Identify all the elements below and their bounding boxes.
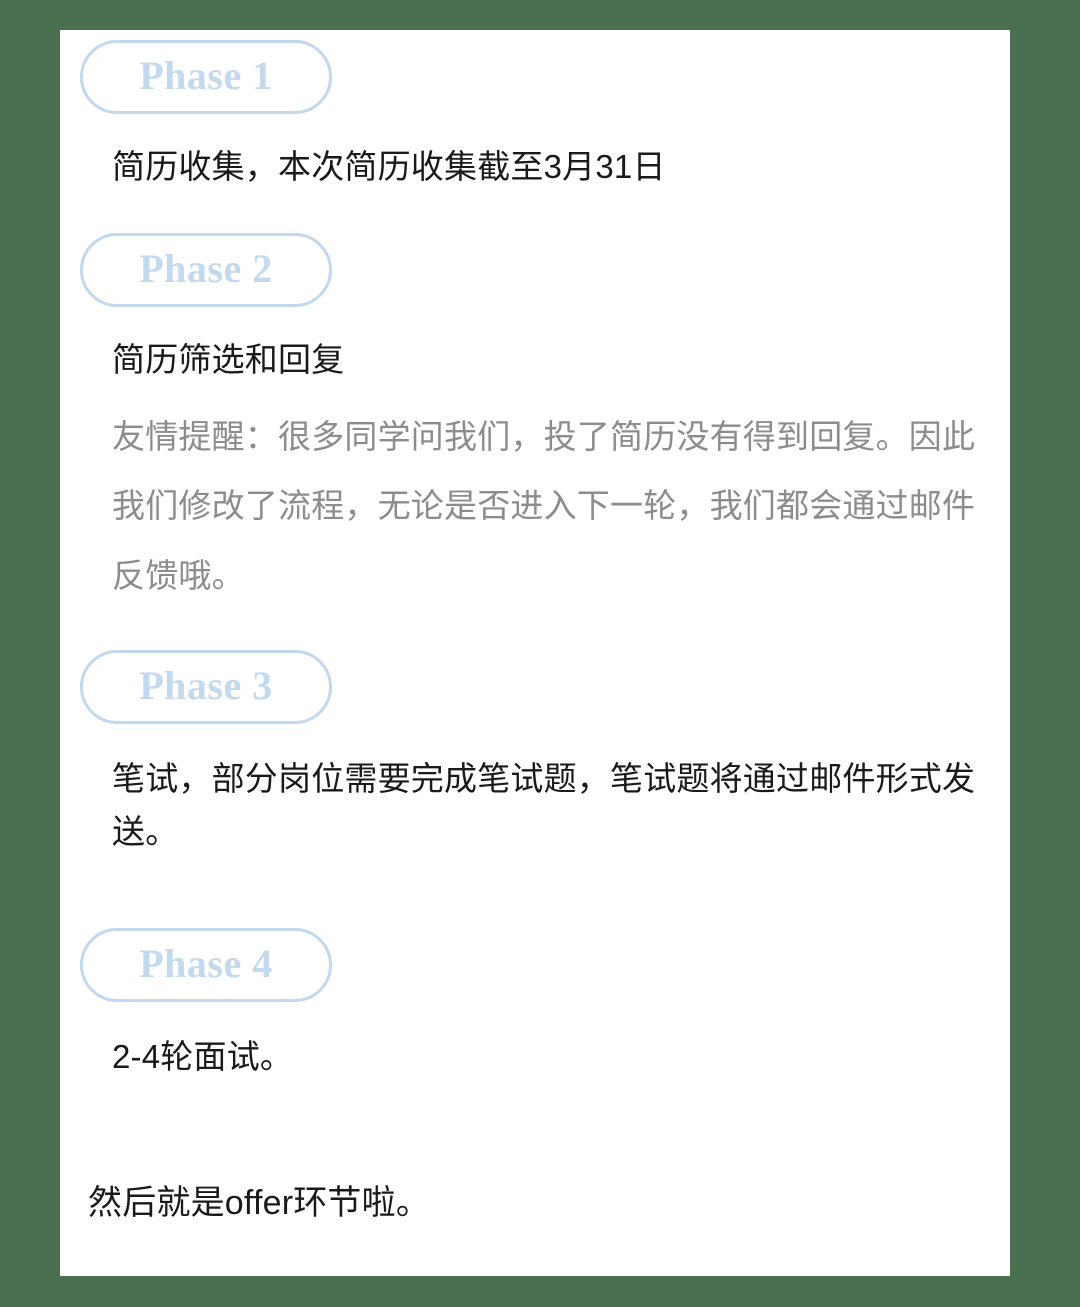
phase-badge-1: Phase 1 [80,40,332,114]
phase-badge-label-1: Phase 1 [139,53,273,98]
phase-badge-label-2: Phase 2 [139,246,273,291]
phase-note-2: 友情提醒：很多同学问我们，投了简历没有得到回复。因此我们修改了流程，无论是否进入… [112,418,976,594]
phase-body-4: 2-4轮面试。 [112,1038,294,1075]
content-card: Phase 1 简历收集，本次简历收集截至3月31日 Phase 2 简历筛选和… [60,30,1010,1276]
phase-badge-2: Phase 2 [80,233,332,307]
phase-body-3: 笔试，部分岗位需要完成笔试题，笔试题将通过邮件形式发送。 [112,760,976,851]
closing-statement: 然后就是offer环节啦。 [88,1184,431,1222]
phase-body-2: 简历筛选和回复 [112,341,345,378]
phase-badge-label-3: Phase 3 [139,663,273,708]
page-root: Phase 1 简历收集，本次简历收集截至3月31日 Phase 2 简历筛选和… [0,0,1080,1307]
phase-badge-4: Phase 4 [80,928,332,1002]
content-card-inner: Phase 1 简历收集，本次简历收集截至3月31日 Phase 2 简历筛选和… [60,30,1010,1276]
phase-badge-3: Phase 3 [80,650,332,724]
phase-badge-label-4: Phase 4 [139,941,273,986]
phase-body-1: 简历收集，本次简历收集截至3月31日 [112,148,666,185]
